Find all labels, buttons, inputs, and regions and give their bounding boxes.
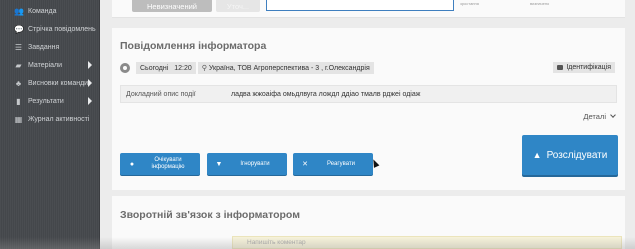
clarify-status-button[interactable]: Уточ... [216, 0, 260, 12]
chevron-right-icon [88, 97, 92, 105]
sidebar-item-activity-log[interactable]: ▦ Журнал активності [0, 110, 100, 128]
chevron-right-icon [88, 79, 92, 87]
react-label: Реагувати [326, 160, 356, 167]
sidebar-item-label: Команда [28, 7, 57, 15]
chevron-down-icon [610, 112, 616, 118]
report-location: ⚲ Україна, ТОВ Агроперспектива - 3 , г.О… [197, 62, 374, 74]
feedback-card: Зворотній зв'язок з інформатором Напишіт… [112, 196, 625, 249]
sidebar-item-label: Журнал активності [28, 115, 90, 123]
identification-label: Ідентифікація [566, 64, 611, 71]
details-toggle[interactable]: Деталі [583, 112, 616, 121]
wait-info-button[interactable]: ● Очікувати інформацію [120, 153, 200, 175]
identification-button[interactable]: Ідентифікація [553, 62, 615, 73]
sidebar-item-label: Завдання [28, 43, 60, 51]
chart-icon: ▮ [16, 96, 21, 106]
description-text: ладва жжоаіфа омьдлвуга лождл ддіао тмал… [231, 90, 421, 98]
sidebar-item-conclusions[interactable]: ♣ Висновки команди [0, 74, 100, 92]
status-input[interactable] [266, 0, 454, 11]
informant-report-card: Повідомлення інформатора Сьогодні 12:20 … [112, 28, 625, 190]
sidebar-item-results[interactable]: ▮ Результати [0, 92, 100, 110]
comment-input[interactable]: Напишіть коментар [232, 236, 622, 249]
main-content: Невизначений Уточ... зростання визначено… [100, 0, 635, 249]
mini-label: визначено [530, 1, 550, 6]
map-marker-icon: ⚲ [201, 65, 207, 72]
report-title: Повідомлення інформатора [120, 40, 267, 52]
details-label: Деталі [583, 112, 606, 121]
sidebar-item-materials[interactable]: ▰ Матеріали [0, 56, 100, 74]
hierarchy-icon: ♣ [15, 78, 22, 88]
report-date: Сьогодні [140, 64, 169, 72]
clock-icon: ● [129, 160, 135, 168]
sidebar-item-label: Результати [28, 97, 64, 105]
sidebar-item-tasks[interactable]: ☰ Завдання [0, 38, 100, 56]
report-meta: Сьогодні 12:20 ⚲ Україна, ТОВ Агроперспе… [120, 61, 376, 75]
tasks-icon: ☰ [14, 42, 23, 52]
investigate-label: Розслідувати [546, 149, 608, 161]
description-row: Докладний опис події ладва жжоаіфа омьдл… [120, 85, 617, 103]
thumbs-down-icon: ▼ [215, 160, 223, 168]
investigate-button[interactable]: ▲ Розслідувати [522, 135, 618, 175]
sidebar: 👥 Команда 💬 Стрічка повідомлень ☰ Завдан… [0, 0, 100, 249]
lock-icon [557, 65, 564, 70]
comments-icon: 💬 [14, 24, 24, 34]
ignore-button[interactable]: ▼ Ігнорувати [207, 153, 287, 175]
wait-info-label: Очікувати інформацію [151, 157, 185, 170]
thumbs-up-icon: ▲ [532, 150, 542, 160]
sidebar-item-feed[interactable]: 💬 Стрічка повідомлень [0, 20, 100, 38]
status-panel: Невизначений Уточ... зростання визначено [112, 0, 625, 18]
sidebar-item-team[interactable]: 👥 Команда [0, 2, 100, 20]
sidebar-item-label: Матеріали [28, 61, 63, 69]
calendar-icon: ▦ [14, 114, 23, 124]
report-datetime: Сьогодні 12:20 [136, 62, 196, 74]
report-location-text: Україна, ТОВ Агроперспектива - 3 , г.Оле… [208, 64, 370, 72]
sidebar-item-label: Стрічка повідомлень [28, 25, 96, 33]
description-label: Докладний опис події [126, 90, 196, 98]
users-icon: 👥 [14, 6, 24, 16]
feedback-title: Зворотній зв'язок з інформатором [120, 209, 300, 221]
tools-icon: ✕ [302, 161, 308, 168]
chevron-right-icon [88, 61, 92, 69]
folder-icon: ▰ [15, 60, 22, 70]
unassigned-status-button[interactable]: Невизначений [132, 0, 212, 12]
sidebar-item-label: Висновки команди [28, 79, 89, 87]
ignore-label: Ігнорувати [240, 160, 270, 167]
react-button[interactable]: ✕ Реагувати [293, 153, 373, 175]
report-time: 12:20 [174, 64, 192, 72]
globe-icon [120, 63, 130, 73]
mini-label: зростання [460, 1, 479, 6]
